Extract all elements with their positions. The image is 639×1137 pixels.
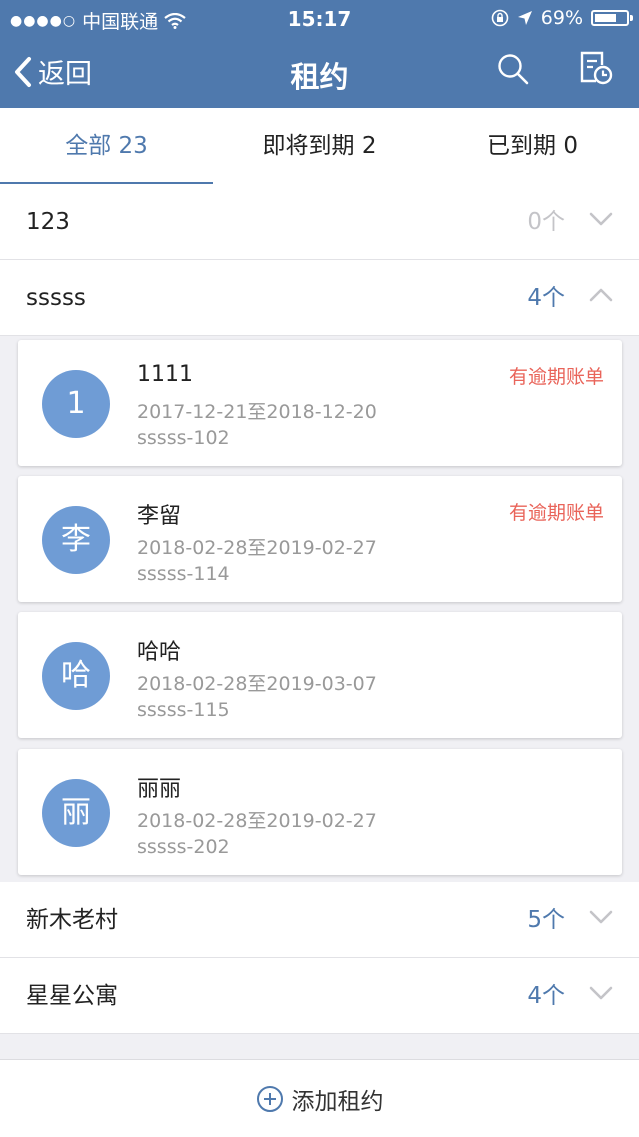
lease-period: 2018-02-28至2019-02-27: [137, 537, 377, 559]
lease-card[interactable]: 丽 丽丽 2018-02-28至2019-02-27 sssss-202: [18, 749, 622, 875]
group-count: 0个: [527, 209, 565, 235]
add-lease-button[interactable]: 添加租约: [0, 1059, 639, 1137]
header: ●●●●○ 中国联通 15:17 69% 返回 租约: [0, 0, 639, 108]
add-lease-label: 添加租约: [291, 1088, 384, 1115]
chevron-down-icon: [589, 910, 613, 924]
lease-card[interactable]: 1 1111 2017-12-21至2018-12-20 sssss-102 有…: [18, 340, 622, 466]
tab-all[interactable]: 全部 23: [0, 108, 213, 185]
room-number: sssss-114: [137, 563, 230, 585]
group-name: 星星公寓: [26, 983, 118, 1009]
tab-expiring-soon[interactable]: 即将到期 2: [213, 108, 426, 184]
rotation-lock-icon: [491, 9, 509, 27]
group-count: 4个: [527, 983, 565, 1009]
tenant-name: 1111: [137, 362, 193, 387]
search-button[interactable]: [496, 52, 530, 90]
tenant-name: 李留: [137, 504, 182, 529]
filter-tabs: 全部 23 即将到期 2 已到期 0: [0, 108, 639, 185]
lease-card[interactable]: 哈 哈哈 2018-02-28至2019-03-07 sssss-115: [18, 612, 622, 738]
chevron-down-icon: [589, 986, 613, 1000]
group-name: 新木老村: [26, 907, 118, 933]
lease-period: 2017-12-21至2018-12-20: [137, 401, 377, 423]
tenant-name: 哈哈: [137, 640, 182, 665]
group-row-123[interactable]: 123 0个: [0, 184, 639, 260]
group-row-sssss[interactable]: sssss 4个: [0, 260, 639, 336]
lease-period: 2018-02-28至2019-03-07: [137, 673, 377, 695]
document-clock-icon: [580, 51, 613, 85]
overdue-badge: 有逾期账单: [508, 502, 604, 524]
status-bar: ●●●●○ 中国联通 15:17 69%: [0, 0, 639, 36]
chevron-down-icon: [589, 212, 613, 226]
group-row-xinmu-laocun[interactable]: 新木老村 5个: [0, 882, 639, 958]
group-count: 4个: [527, 285, 565, 311]
chevron-up-icon: [589, 288, 613, 302]
navigation-bar: 返回 租约: [0, 36, 639, 108]
lease-card[interactable]: 李 李留 2018-02-28至2019-02-27 sssss-114 有逾期…: [18, 476, 622, 602]
page-title: 租约: [290, 60, 349, 94]
battery-percent: 69%: [540, 7, 583, 29]
battery-fill: [595, 14, 616, 22]
avatar: 1: [42, 370, 110, 438]
overdue-badge: 有逾期账单: [508, 366, 604, 388]
group-count: 5个: [527, 907, 565, 933]
room-number: sssss-115: [137, 699, 230, 721]
room-number: sssss-102: [137, 427, 230, 449]
location-arrow-icon: [517, 11, 532, 25]
room-number: sssss-202: [137, 836, 230, 858]
avatar: 丽: [42, 779, 110, 847]
group-name: sssss: [26, 285, 86, 311]
group-name: 123: [26, 209, 70, 235]
avatar: 哈: [42, 642, 110, 710]
lease-period: 2018-02-28至2019-02-27: [137, 810, 377, 832]
group-row-xingxing-gongyu[interactable]: 星星公寓 4个: [0, 958, 639, 1034]
avatar: 李: [42, 506, 110, 574]
search-icon: [498, 54, 529, 85]
plus-circle-icon: [256, 1085, 283, 1112]
tenant-name: 丽丽: [137, 777, 182, 802]
history-button[interactable]: [578, 50, 614, 90]
tab-expired[interactable]: 已到期 0: [426, 108, 639, 184]
battery-icon: [591, 10, 633, 26]
